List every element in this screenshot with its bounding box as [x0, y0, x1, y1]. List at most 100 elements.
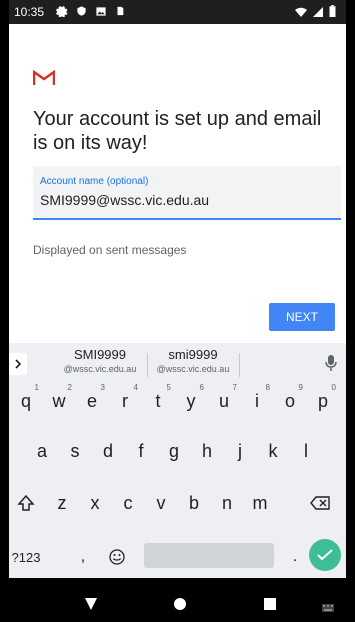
key-q[interactable]: q1 — [11, 383, 41, 419]
key-r-num: 4 — [133, 383, 138, 392]
backspace-icon — [310, 496, 330, 510]
key-c[interactable]: c — [113, 485, 143, 521]
key-w-num: 2 — [67, 383, 72, 392]
navigation-bar — [9, 578, 346, 622]
account-name-label: Account name (optional) — [40, 176, 149, 187]
key-h[interactable]: h — [192, 433, 222, 469]
mic-icon[interactable] — [322, 354, 340, 372]
key-e-label: e — [86, 390, 97, 411]
key-e-num: 3 — [100, 383, 105, 392]
enter-key[interactable] — [309, 539, 341, 571]
key-o[interactable]: o9 — [275, 383, 305, 419]
key-q-label: q — [20, 390, 31, 411]
status-time: 10:35 — [14, 5, 45, 19]
key-x[interactable]: x — [80, 485, 110, 521]
next-button[interactable]: NEXT — [269, 303, 335, 331]
gear-icon — [56, 5, 68, 20]
back-icon[interactable] — [85, 597, 97, 615]
suggestion-divider — [239, 353, 240, 377]
key-r[interactable]: r4 — [110, 383, 140, 419]
key-y[interactable]: y6 — [176, 383, 206, 419]
suggestion-strip: SMI9999 @wssc.vic.edu.au smi9999 @wssc.v… — [9, 343, 346, 383]
key-t-label: t — [155, 390, 161, 411]
key-m[interactable]: m — [245, 485, 275, 521]
key-p-label: p — [317, 390, 328, 411]
account-name-field[interactable]: Account name (optional) SMI9999@wssc.vic… — [33, 166, 341, 220]
key-o-num: 9 — [298, 383, 303, 392]
comma-key[interactable]: , — [73, 539, 93, 575]
sd-card-icon — [115, 5, 125, 20]
emoji-icon — [109, 549, 125, 565]
battery-icon — [329, 5, 336, 20]
key-p-num: 0 — [331, 383, 336, 392]
key-p[interactable]: p0 — [308, 383, 338, 419]
status-left-icons — [56, 5, 125, 20]
suggestion-1[interactable]: SMI9999 @wssc.vic.edu.au — [56, 347, 144, 374]
suggestion-2[interactable]: smi9999 @wssc.vic.edu.au — [149, 347, 237, 374]
key-u-num: 7 — [232, 383, 237, 392]
key-y-label: y — [186, 390, 196, 411]
key-y-num: 6 — [199, 383, 204, 392]
key-o-label: o — [284, 390, 295, 411]
phone-screen: 10:35 Your account is set up and email i… — [9, 0, 346, 622]
key-w[interactable]: w2 — [44, 383, 74, 419]
backspace-key[interactable] — [305, 485, 335, 521]
key-i-label: i — [255, 390, 259, 411]
account-name-value[interactable]: SMI9999@wssc.vic.edu.au — [40, 192, 209, 208]
suggestion-divider — [147, 353, 148, 377]
suggestion-2-main: smi9999 — [168, 347, 218, 362]
suggestion-1-sub: @wssc.vic.edu.au — [63, 364, 137, 374]
signal-icon — [313, 6, 323, 20]
helper-text: Displayed on sent messages — [33, 243, 187, 257]
status-bar: 10:35 — [9, 0, 346, 24]
period-key[interactable]: . — [285, 539, 305, 575]
shift-icon — [17, 494, 35, 511]
screen: 10:35 Your account is set up and email i… — [0, 0, 355, 622]
chevron-right-icon — [15, 359, 22, 369]
home-icon[interactable] — [174, 597, 186, 615]
key-n[interactable]: n — [212, 485, 242, 521]
suggestion-2-sub: @wssc.vic.edu.au — [156, 364, 230, 374]
shift-key[interactable] — [11, 485, 41, 521]
key-d[interactable]: d — [93, 433, 123, 469]
key-a[interactable]: a — [27, 433, 57, 469]
key-i-num: 8 — [265, 383, 270, 392]
page-title: Your account is set up and email is on i… — [33, 108, 322, 154]
key-v[interactable]: v — [146, 485, 176, 521]
key-t[interactable]: t5 — [143, 383, 173, 419]
key-r-label: r — [122, 390, 128, 411]
key-t-num: 5 — [166, 383, 171, 392]
wifi-icon — [295, 6, 307, 20]
gmail-m-icon — [32, 69, 56, 86]
spacebar[interactable] — [144, 543, 274, 568]
key-l[interactable]: l — [291, 433, 321, 469]
expand-suggestions-button[interactable] — [9, 353, 27, 375]
keyboard: SMI9999 @wssc.vic.edu.au smi9999 @wssc.v… — [9, 343, 346, 578]
key-z[interactable]: z — [47, 485, 77, 521]
recents-icon[interactable] — [264, 597, 276, 615]
keyboard-row-4: ?123 , . — [9, 535, 346, 579]
key-u[interactable]: u7 — [209, 383, 239, 419]
key-e[interactable]: e3 — [77, 383, 107, 419]
key-w-label: w — [52, 390, 66, 411]
key-i[interactable]: i8 — [242, 383, 272, 419]
keyboard-row-3: z x c v b n m — [9, 485, 346, 529]
emoji-key[interactable] — [105, 539, 129, 575]
status-right-icons — [295, 5, 336, 20]
shield-icon — [76, 5, 87, 20]
keyboard-row-2: a s d f g h j k l — [9, 433, 346, 477]
key-f[interactable]: f — [126, 433, 156, 469]
keyboard-switch-icon[interactable] — [322, 599, 334, 617]
symbols-key[interactable]: ?123 — [9, 539, 43, 575]
key-j[interactable]: j — [225, 433, 255, 469]
key-s[interactable]: s — [60, 433, 90, 469]
key-b[interactable]: b — [179, 485, 209, 521]
key-k[interactable]: k — [258, 433, 288, 469]
checkmark-icon — [317, 549, 333, 561]
key-g[interactable]: g — [159, 433, 189, 469]
key-q-num: 1 — [34, 383, 39, 392]
suggestion-1-main: SMI9999 — [73, 347, 127, 362]
key-u-label: u — [218, 390, 229, 411]
image-icon — [95, 6, 107, 20]
keyboard-row-1: q1 w2 e3 r4 t5 y6 u7 i8 o9 p0 — [9, 383, 346, 427]
